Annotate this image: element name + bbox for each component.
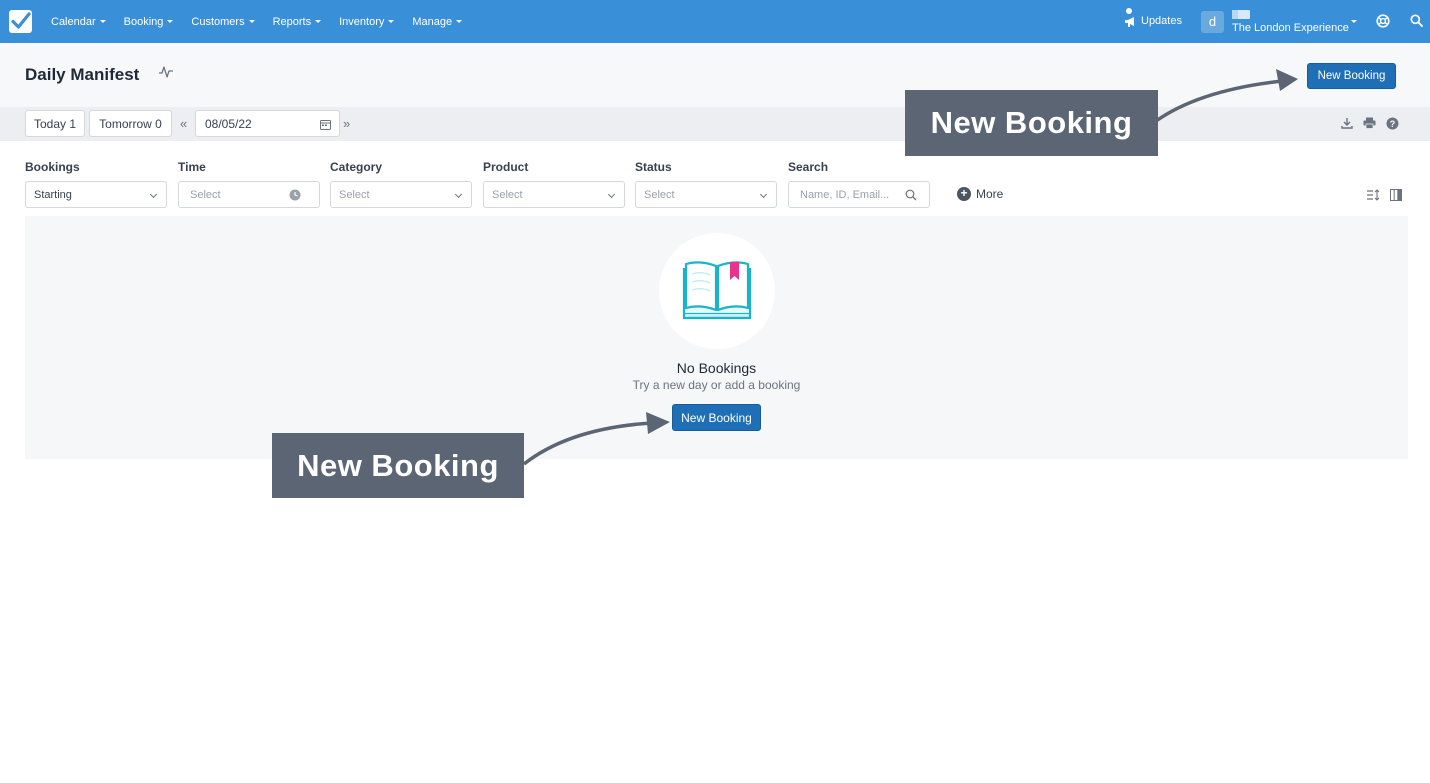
open-book-icon [682,261,752,320]
search-filter-placeholder: Name, ID, Email... [800,188,890,201]
clock-icon [289,189,301,201]
more-filters-button[interactable]: + More [957,187,1003,201]
nav-booking-label: Booking [123,15,164,28]
status-filter-label: Status [635,160,672,174]
help-icon[interactable]: ? [1386,117,1399,130]
empty-state-title: No Bookings [676,360,757,376]
nav-customers[interactable]: Customers [182,16,263,28]
double-chevron-right-icon[interactable]: » [343,117,350,130]
double-chevron-left-icon[interactable]: « [180,117,187,130]
empty-state-panel: No Bookings Try a new day or add a booki… [25,216,1408,459]
nav-manage-label: Manage [412,15,453,28]
today-button[interactable]: Today 1 [25,110,85,137]
account-flag-icon [1232,10,1250,19]
status-filter-placeholder: Select [644,188,675,201]
main-nav: Calendar Booking Customers Reports Inven… [42,0,471,43]
time-filter-label: Time [178,160,206,174]
empty-state-subtitle: Try a new day or add a booking [632,378,801,392]
bookings-filter-label: Bookings [25,160,80,174]
empty-state-illustration [659,233,775,349]
chevron-down-icon [454,190,463,199]
megaphone-icon [1125,16,1134,27]
category-filter-label: Category [330,160,383,174]
product-filter-label: Product [483,160,529,174]
page-header: Daily Manifest New Booking [0,43,1430,107]
download-icon[interactable] [1341,117,1353,129]
caret-down-icon [456,20,463,23]
status-filter-select[interactable]: Select [635,181,777,208]
nav-calendar[interactable]: Calendar [42,16,115,28]
nav-booking[interactable]: Booking [115,16,183,28]
category-filter-placeholder: Select [339,188,370,201]
tutorial-callout-top: New Booking [905,90,1158,156]
print-icon[interactable] [1363,117,1376,129]
activity-pulse-icon[interactable] [158,65,174,79]
product-filter-select[interactable]: Select [483,181,625,208]
tutorial-callout-bottom: New Booking [272,433,524,498]
page-title: Daily Manifest [25,65,140,84]
top-navbar: Calendar Booking Customers Reports Inven… [0,0,1430,43]
date-toolbar: Today 1 Tomorrow 0 « 08/05/22 » ? [0,107,1430,141]
product-filter-placeholder: Select [492,188,523,201]
nav-customers-label: Customers [191,15,245,28]
search-filter-input[interactable]: Name, ID, Email... [788,181,930,208]
account-caret-down-icon[interactable] [1351,20,1357,23]
bookings-filter-value: Starting [34,188,72,201]
tomorrow-button[interactable]: Tomorrow 0 [89,110,172,137]
more-filters-label: More [976,187,1004,201]
nav-calendar-label: Calendar [51,15,96,28]
caret-down-icon [167,20,174,23]
plus-circle-icon: + [957,187,971,201]
support-lifebuoy-icon[interactable] [1376,14,1390,28]
search-icon[interactable] [1410,14,1423,27]
notification-dot-icon [1126,8,1132,14]
chevron-down-icon [607,190,616,199]
updates-button[interactable]: Updates [1124,8,1182,34]
caret-down-icon [388,20,395,23]
time-filter-select[interactable]: Select [178,181,320,208]
nav-reports-label: Reports [272,15,312,28]
nav-reports[interactable]: Reports [264,16,331,28]
updates-label: Updates [1141,15,1182,27]
search-icon [905,189,917,201]
chevron-down-icon [759,190,768,199]
filter-bar: Bookings Starting Time Select Category S… [0,141,1430,216]
svg-text:?: ? [1390,119,1396,129]
account-name[interactable]: The London Experience [1232,22,1349,34]
chevron-down-icon [149,190,158,199]
caret-down-icon [248,20,255,23]
date-input[interactable]: 08/05/22 [195,110,340,137]
sort-lines-icon[interactable] [1366,189,1380,201]
new-booking-button-header[interactable]: New Booking [1307,63,1396,89]
nav-inventory-label: Inventory [339,15,385,28]
bookings-filter-select[interactable]: Starting [25,181,167,208]
category-filter-select[interactable]: Select [330,181,472,208]
caret-down-icon [99,20,106,23]
nav-manage[interactable]: Manage [403,16,471,28]
columns-icon[interactable] [1390,189,1402,201]
search-filter-label: Search [788,160,829,174]
app-logo-checkbox-icon[interactable] [9,10,32,33]
caret-down-icon [315,20,322,23]
new-booking-button-empty-state[interactable]: New Booking [672,404,761,431]
nav-inventory[interactable]: Inventory [330,16,403,28]
calendar-icon [320,120,331,130]
time-filter-placeholder: Select [190,188,221,201]
avatar[interactable]: d [1201,11,1224,33]
date-value: 08/05/22 [205,116,252,131]
